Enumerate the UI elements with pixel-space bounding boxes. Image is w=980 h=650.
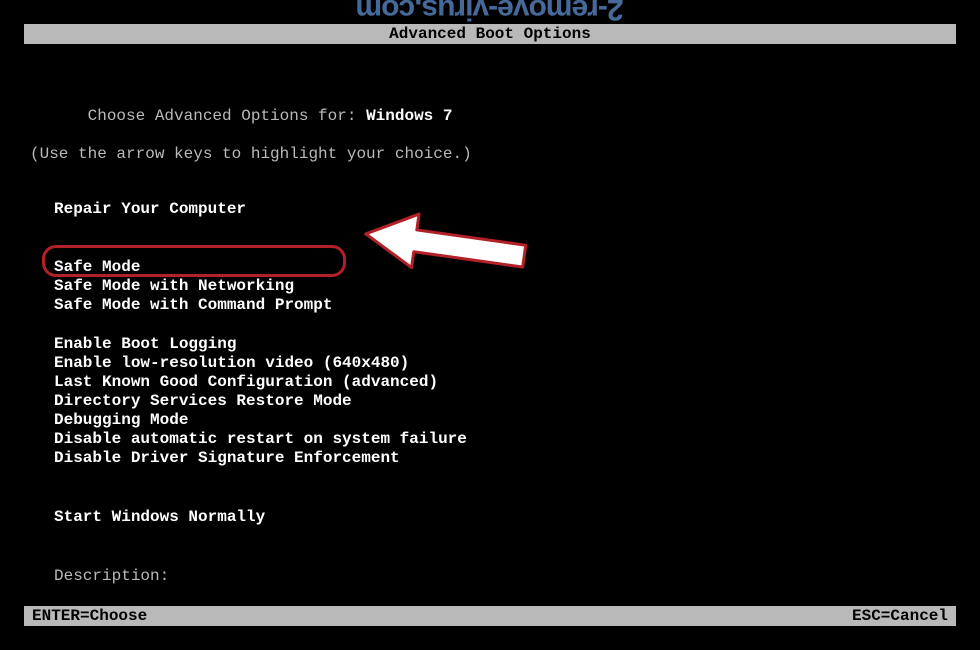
os-name: Windows 7 <box>366 107 452 125</box>
option-group-normal: Start Windows Normally <box>30 508 956 527</box>
footer-bar: ENTER=Choose ESC=Cancel <box>24 606 956 626</box>
option-disable-auto-restart[interactable]: Disable automatic restart on system fail… <box>54 430 956 449</box>
option-last-known-good[interactable]: Last Known Good Configuration (advanced) <box>54 373 956 392</box>
option-disable-driver-sig[interactable]: Disable Driver Signature Enforcement <box>54 449 956 468</box>
option-group-advanced: Enable Boot Logging Enable low-resolutio… <box>30 335 956 468</box>
option-safe-mode-cmd[interactable]: Safe Mode with Command Prompt <box>54 296 956 315</box>
content-area: Choose Advanced Options for: Windows 7 (… <box>24 44 956 650</box>
hint-line: (Use the arrow keys to highlight your ch… <box>30 145 956 164</box>
option-safe-mode[interactable]: Safe Mode <box>54 258 956 277</box>
footer-enter: ENTER=Choose <box>32 607 147 625</box>
option-start-normally[interactable]: Start Windows Normally <box>54 508 956 527</box>
watermark-text: 2-remove-virus.com <box>356 0 623 26</box>
option-safe-mode-networking[interactable]: Safe Mode with Networking <box>54 277 956 296</box>
intro-line: Choose Advanced Options for: Windows 7 <box>30 88 956 145</box>
title-bar: Advanced Boot Options <box>24 24 956 44</box>
intro-prefix: Choose Advanced Options for: <box>88 107 366 125</box>
option-group-safemode: Safe Mode Safe Mode with Networking Safe… <box>30 258 956 315</box>
boot-screen-frame: Advanced Boot Options Choose Advanced Op… <box>24 24 956 626</box>
option-boot-logging[interactable]: Enable Boot Logging <box>54 335 956 354</box>
option-debugging-mode[interactable]: Debugging Mode <box>54 411 956 430</box>
option-repair[interactable]: Repair Your Computer <box>30 200 956 218</box>
title-text: Advanced Boot Options <box>389 25 591 43</box>
option-low-res-video[interactable]: Enable low-resolution video (640x480) <box>54 354 956 373</box>
option-ds-restore-mode[interactable]: Directory Services Restore Mode <box>54 392 956 411</box>
footer-esc: ESC=Cancel <box>852 607 948 625</box>
